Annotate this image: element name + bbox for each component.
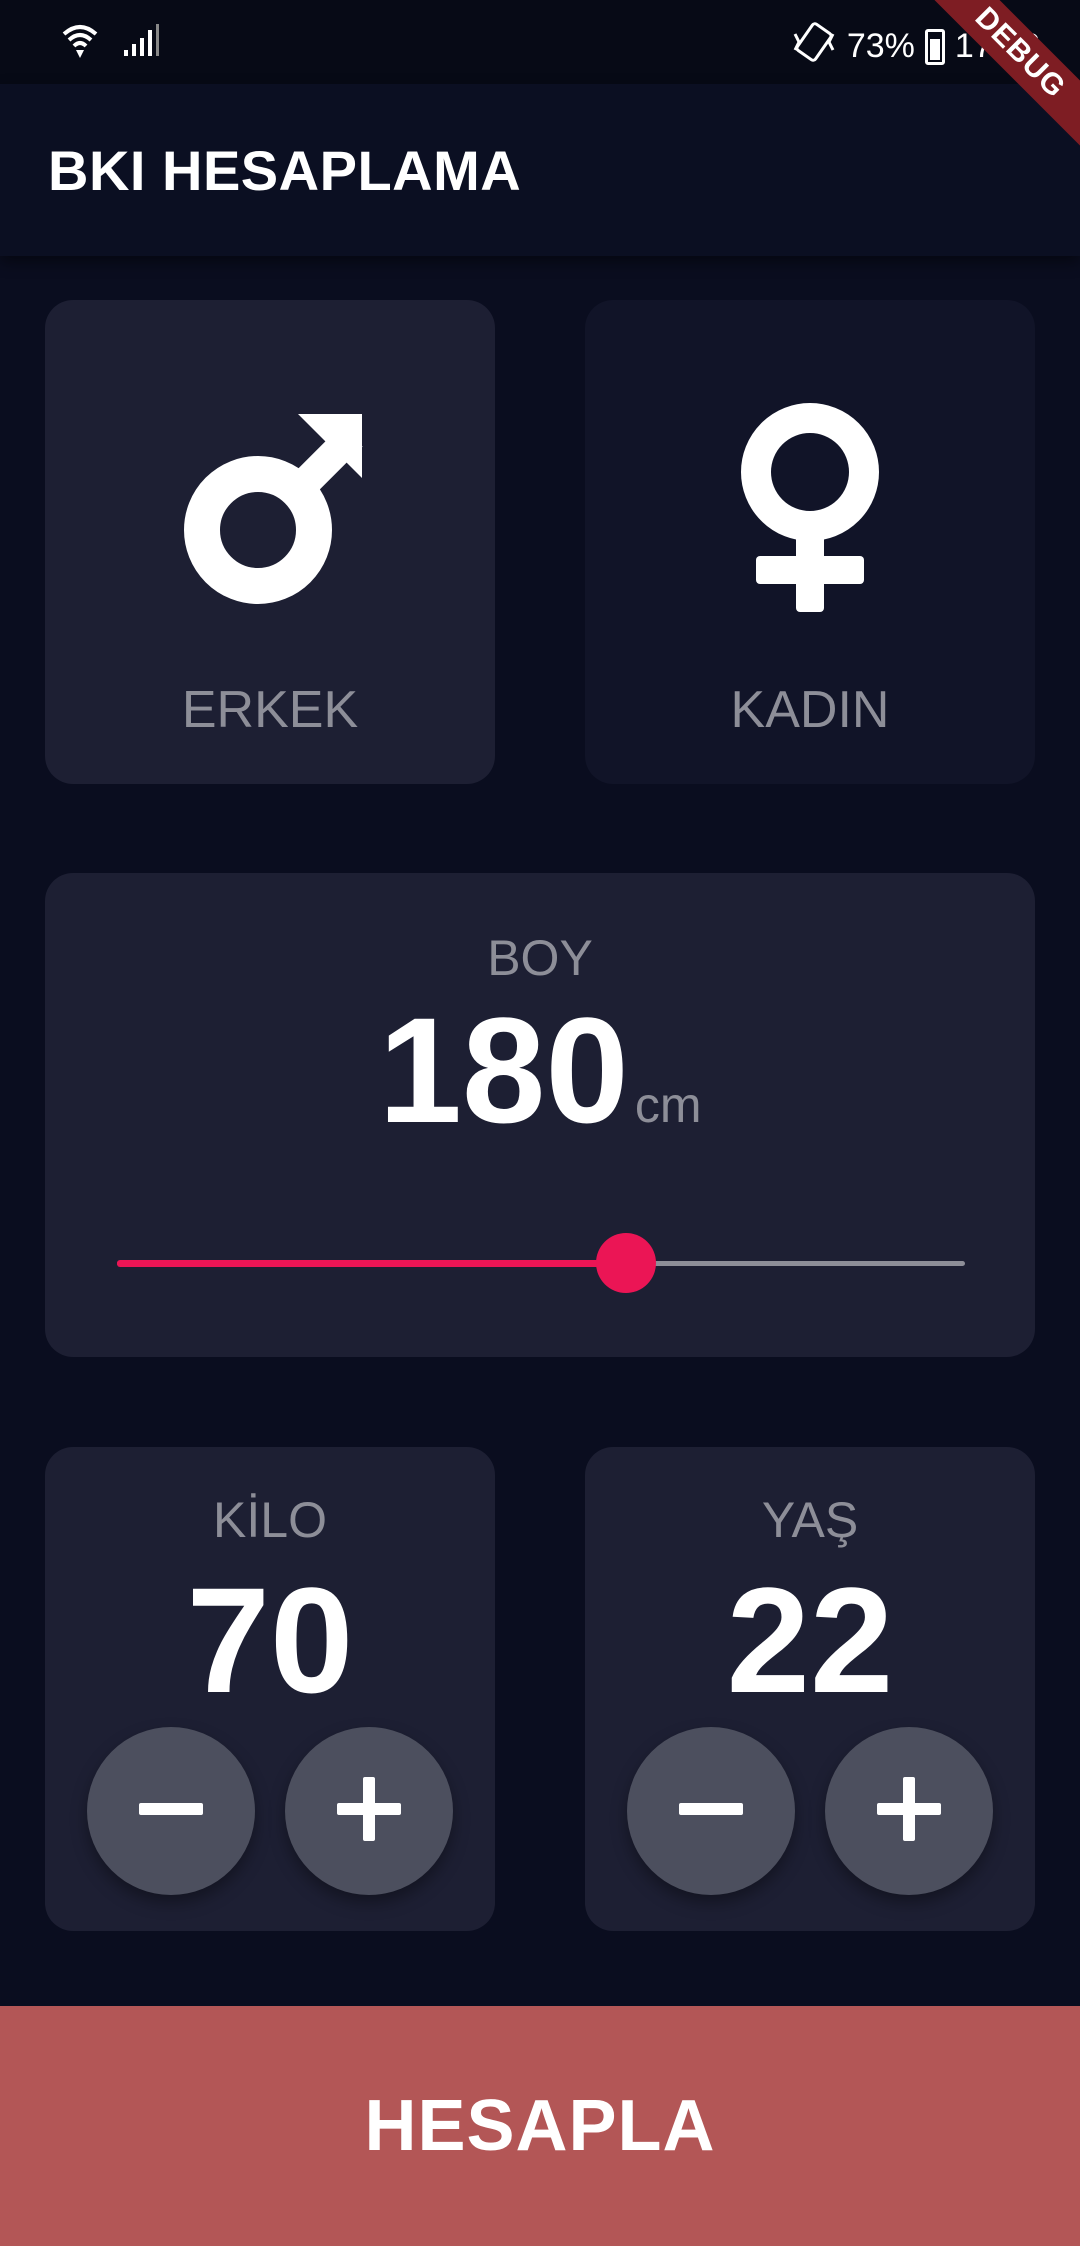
weight-increase-button[interactable]: [285, 1727, 453, 1895]
weight-decrease-button[interactable]: [87, 1727, 255, 1895]
age-decrease-button[interactable]: [627, 1727, 795, 1895]
gender-label-male: ERKEK: [181, 681, 359, 739]
plus-icon: [337, 1776, 401, 1846]
age-label: YAŞ: [761, 1492, 859, 1548]
weight-card: KİLO 70: [45, 1447, 495, 1931]
gender-label-female: KADIN: [730, 681, 890, 739]
battery-icon: [924, 28, 945, 65]
app-bar: BKI HESAPLAMA: [0, 84, 1080, 256]
weight-label: KİLO: [213, 1492, 327, 1548]
weight-value: 70: [186, 1556, 354, 1724]
height-label: BOY: [487, 930, 593, 986]
signal-icon: [120, 20, 162, 65]
female-symbol-icon: [710, 400, 910, 612]
minus-icon: [679, 1777, 743, 1846]
height-card: BOY 180 cm: [45, 873, 1035, 1357]
slider-thumb[interactable]: [595, 1233, 656, 1293]
height-value: 180: [378, 986, 629, 1154]
wifi-icon: [60, 20, 100, 65]
battery-percent: 73%: [846, 27, 915, 65]
age-card: YAŞ 22: [585, 1447, 1035, 1931]
male-symbol-icon: [170, 400, 370, 610]
page-title: BKI HESAPLAMA: [48, 139, 522, 202]
plus-icon: [877, 1776, 941, 1846]
height-value-row: 180 cm: [45, 995, 1035, 1145]
status-bar: 73% 17:13: [0, 0, 1080, 84]
height-unit: cm: [634, 1077, 702, 1133]
minus-icon: [139, 1777, 203, 1846]
gender-card-male[interactable]: ERKEK: [45, 300, 495, 784]
age-increase-button[interactable]: [825, 1727, 993, 1895]
status-bar-left: [60, 20, 162, 65]
age-value: 22: [726, 1556, 894, 1724]
calculate-button[interactable]: HESAPLA: [0, 2006, 1080, 2246]
slider-track-active[interactable]: [117, 1260, 626, 1267]
gender-card-female[interactable]: KADIN: [585, 300, 1035, 784]
height-slider[interactable]: [117, 1233, 965, 1293]
vibrate-icon: [791, 22, 837, 71]
